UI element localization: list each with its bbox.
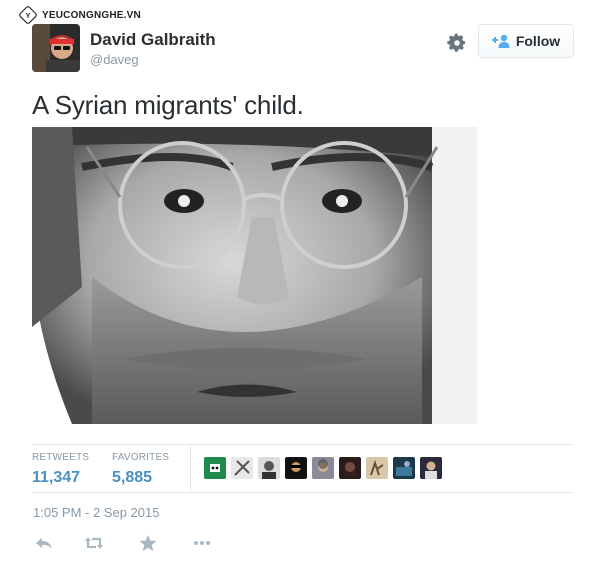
display-name[interactable]: David Galbraith [90,30,216,50]
tweet-photo[interactable] [32,127,477,424]
favorited-by-avatars [204,457,442,479]
favoriter-avatar[interactable] [258,457,280,479]
retweets-stat[interactable]: RETWEETS 11,347 [32,452,89,487]
follow-button[interactable]: Follow [478,24,574,58]
svg-text:Y: Y [26,13,31,20]
tweet-actions [34,534,214,552]
reply-icon[interactable] [34,534,54,552]
favoriter-avatar[interactable] [339,457,361,479]
favorite-icon[interactable] [138,534,158,552]
follow-label: Follow [515,33,561,49]
user-handle[interactable]: @daveg [90,52,139,67]
favoriter-avatar[interactable] [285,457,307,479]
divider-top [32,444,573,445]
favoriter-avatar[interactable] [204,457,226,479]
divider-bottom [32,492,573,493]
tweet-timestamp[interactable]: 1:05 PM - 2 Sep 2015 [33,505,159,520]
add-user-icon [491,34,510,48]
more-icon[interactable] [192,534,212,552]
tweet-text: A Syrian migrants' child. [32,90,304,120]
retweets-count: 11,347 [32,469,81,486]
favoriter-avatar[interactable] [312,457,334,479]
retweet-icon[interactable] [84,534,104,552]
favorites-label: FAVORITES [112,452,170,463]
stats-separator [190,445,191,491]
favorites-count: 5,885 [112,469,153,486]
favoriter-avatar[interactable] [420,457,442,479]
watermark: Y YEUCONGNGHE.VN [18,5,141,25]
watermark-text: YEUCONGNGHE.VN [42,9,141,21]
portrait-image [32,127,477,424]
favorites-stat[interactable]: FAVORITES 5,885 [112,452,169,487]
favoriter-avatar[interactable] [393,457,415,479]
favoriter-avatar[interactable] [231,457,253,479]
tweet-header: David Galbraith @daveg Follow [32,24,577,72]
gear-icon[interactable] [446,32,468,54]
favoriter-avatar[interactable] [366,457,388,479]
avatar[interactable] [32,24,80,72]
watermark-logo-icon: Y [19,6,37,24]
retweets-label: RETWEETS [32,452,90,463]
